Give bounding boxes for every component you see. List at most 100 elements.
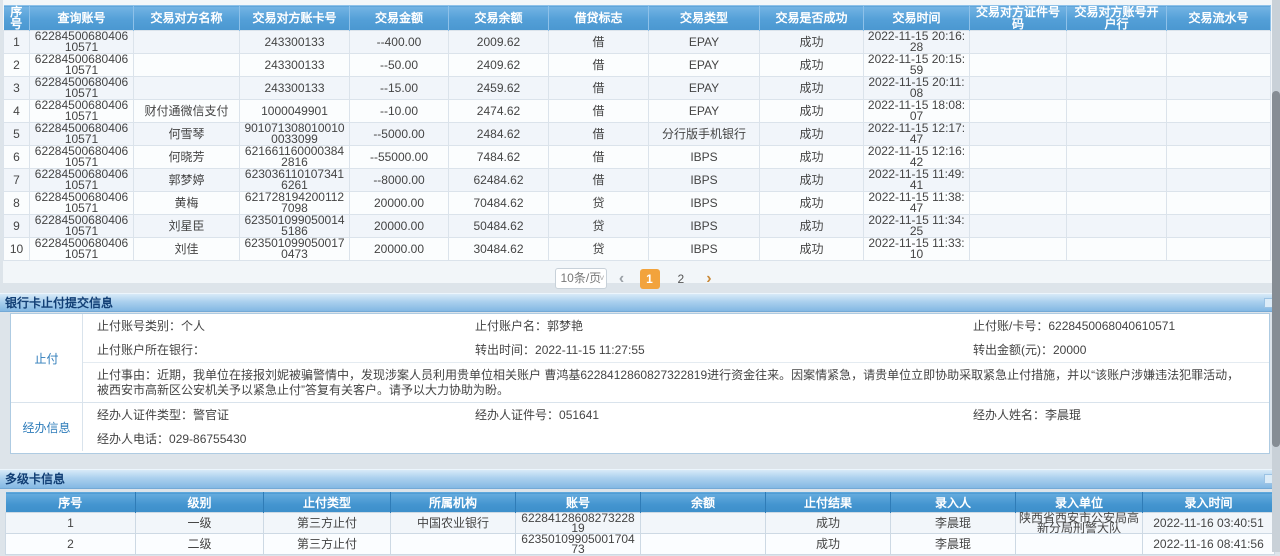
table-cell: 李晨琨 <box>891 534 1016 555</box>
table-cell: 6235010990500145186 <box>240 215 350 238</box>
table-row: 96228450068040610571刘星臣62350109905001451… <box>4 215 1271 238</box>
table-cell: 6228450068040610571 <box>30 238 134 261</box>
table-cell <box>970 123 1067 146</box>
table-cell <box>1067 31 1167 54</box>
table-cell: 2022-11-15 20:16:28 <box>864 31 970 54</box>
table-cell: 243300133 <box>240 77 350 100</box>
table-cell: 2022-11-15 11:33:10 <box>864 238 970 261</box>
table-cell <box>1167 77 1271 100</box>
column-header: 交易是否成功 <box>760 6 864 31</box>
table-cell: 9010713080100100033099 <box>240 123 350 146</box>
next-page-icon[interactable]: › <box>706 269 711 289</box>
table-cell: 成功 <box>760 31 864 54</box>
table-cell <box>970 31 1067 54</box>
field-label: 止付事由： <box>97 368 157 382</box>
table-cell: 2022-11-15 20:15:59 <box>864 54 970 77</box>
stop-payment-section-header: 银行卡止付提交信息 <box>0 293 1280 312</box>
table-cell: --400.00 <box>350 31 449 54</box>
table-cell <box>641 534 766 555</box>
table-row: 76228450068040610571郭梦婷62303611010734162… <box>4 169 1271 192</box>
field-value: 029-86755430 <box>169 432 246 446</box>
column-header: 录入人 <box>891 493 1016 513</box>
stop-payment-group: 止付 止付账号类别：个人 止付账户名：郭梦艳 止付账/卡号：6228450068… <box>11 314 1269 402</box>
table-row: 36228450068040610571243300133--15.002459… <box>4 77 1271 100</box>
prev-page-icon[interactable]: ‹ <box>619 269 624 289</box>
table-cell <box>1067 146 1167 169</box>
field-value: 051641 <box>559 408 599 422</box>
table-cell: 20000.00 <box>350 192 449 215</box>
field-label: 止付账/卡号： <box>973 319 1048 333</box>
column-header: 交易对方证件号码 <box>970 6 1067 31</box>
table-cell: 2022-11-15 12:17:47 <box>864 123 970 146</box>
column-header: 录入时间 <box>1143 493 1275 513</box>
table-cell: 6228450068040610571 <box>30 123 134 146</box>
multi-card-header-row: 序号级别止付类型所属机构账号余额止付结果录入人录入单位录入时间 <box>6 493 1275 513</box>
column-header: 交易对方账号开户行 <box>1067 6 1167 31</box>
table-cell: 郭梦婷 <box>134 169 240 192</box>
table-cell <box>1167 215 1271 238</box>
transactions-panel: 序号查询账号交易对方名称交易对方账卡号交易金额交易余额借贷标志交易类型交易是否成… <box>3 0 1272 283</box>
table-cell: 成功 <box>760 215 864 238</box>
table-row: 26228450068040610571243300133--50.002409… <box>4 54 1271 77</box>
table-cell: 贷 <box>549 192 649 215</box>
table-cell: 借 <box>549 100 649 123</box>
field-label: 经办人证件号： <box>475 408 559 422</box>
field-label: 经办人姓名： <box>973 408 1045 422</box>
table-cell: 6235010990500170473 <box>240 238 350 261</box>
table-cell: EPAY <box>649 77 760 100</box>
vertical-scrollbar <box>1272 0 1280 552</box>
table-cell: 10 <box>4 238 30 261</box>
table-cell: 5 <box>4 123 30 146</box>
table-cell: 成功 <box>760 77 864 100</box>
table-cell: 成功 <box>760 146 864 169</box>
table-cell <box>1067 238 1167 261</box>
table-cell: 借 <box>549 169 649 192</box>
table-cell: 2022-11-15 11:38:47 <box>864 192 970 215</box>
column-header: 级别 <box>136 493 264 513</box>
table-cell: 贷 <box>549 215 649 238</box>
multi-card-panel: 序号级别止付类型所属机构账号余额止付结果录入人录入单位录入时间 1一级第三方止付… <box>5 492 1275 555</box>
stop-payment-group-label: 止付 <box>11 314 83 402</box>
info-row: 止付账号类别：个人 止付账户名：郭梦艳 止付账/卡号：6228450068040… <box>83 314 1269 338</box>
table-cell: 借 <box>549 31 649 54</box>
column-header: 序号 <box>6 493 136 513</box>
table-cell: EPAY <box>649 100 760 123</box>
page-button-2[interactable]: 2 <box>671 269 691 289</box>
table-cell <box>970 192 1067 215</box>
table-row: 1一级第三方止付中国农业银行6228412860827322819成功李晨琨陕西… <box>6 513 1275 534</box>
table-cell: IBPS <box>649 192 760 215</box>
page-button-1[interactable]: 1 <box>640 269 660 289</box>
table-cell: 2022-11-16 03:40:51 <box>1143 513 1275 534</box>
table-cell: 2 <box>6 534 136 555</box>
table-cell: 2409.62 <box>449 54 549 77</box>
scrollbar-thumb[interactable] <box>1272 91 1280 447</box>
page-size-select[interactable]: 10条/页˅ <box>555 268 607 289</box>
field-value: 20000 <box>1053 343 1086 357</box>
table-cell: 借 <box>549 146 649 169</box>
table-cell: 2459.62 <box>449 77 549 100</box>
column-header: 所属机构 <box>391 493 516 513</box>
table-cell: 6228450068040610571 <box>30 54 134 77</box>
table-cell <box>1167 169 1271 192</box>
table-cell <box>1067 192 1167 215</box>
table-cell: 借 <box>549 77 649 100</box>
table-cell: 243300133 <box>240 31 350 54</box>
table-cell <box>1167 146 1271 169</box>
table-cell: 陕西省西安市公安局高新分局刑警大队 <box>1016 513 1143 534</box>
field-label: 止付账号类别： <box>97 319 181 333</box>
table-cell: 刘星臣 <box>134 215 240 238</box>
field-value: 2022-11-15 11:27:55 <box>535 343 645 357</box>
table-cell: 成功 <box>760 123 864 146</box>
table-cell: 7484.62 <box>449 146 549 169</box>
table-cell: 6230361101073416261 <box>240 169 350 192</box>
table-cell <box>1016 534 1143 555</box>
table-cell <box>1167 123 1271 146</box>
column-header: 交易金额 <box>350 6 449 31</box>
table-cell: 20000.00 <box>350 215 449 238</box>
table-cell: 何晓芳 <box>134 146 240 169</box>
table-cell: 黄梅 <box>134 192 240 215</box>
table-cell <box>970 169 1067 192</box>
info-row: 止付账户所在银行： 转出时间：2022-11-15 11:27:55 转出金额(… <box>83 338 1269 362</box>
table-cell: --10.00 <box>350 100 449 123</box>
table-cell <box>970 146 1067 169</box>
